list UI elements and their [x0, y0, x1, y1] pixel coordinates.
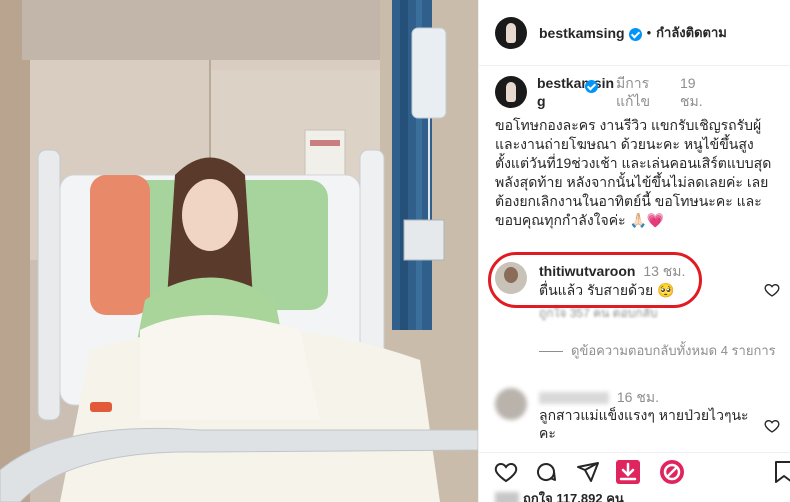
comment-thitiwutvaroon: thitiwutvaroon 13 ชม. ตื่นแล้ว รับสายด้ว… [495, 262, 785, 300]
comment2-text: ลูกสาวแม่แข็งแรงๆ หายป่วยไวๆนะคะ [539, 407, 749, 441]
comment-icon[interactable] [533, 459, 559, 485]
share-icon[interactable] [575, 459, 601, 485]
commenter-username[interactable]: thitiwutvaroon [539, 263, 635, 279]
caption-author-line1: bestkamsin [537, 75, 615, 91]
hospital-bed-photo [0, 0, 478, 502]
view-replies-button[interactable]: ดูข้อความตอบกลับทั้งหมด 4 รายการ [539, 342, 779, 360]
caption-verified-badge-icon [585, 80, 598, 93]
comment-second: 16 ชม. ลูกสาวแม่แข็งแรงๆ หายป่วยไวๆนะคะ [495, 388, 785, 442]
edited-label: มีการแก้ไข [616, 75, 651, 109]
likes-text: ถูกใจ 117,892 คน [523, 491, 624, 502]
comment-meta: ถูกใจ 357 คน ตอบกลับ [539, 306, 658, 320]
following-button[interactable]: กำลังติดตาม [656, 22, 727, 43]
author-avatar[interactable] [495, 16, 527, 49]
caption-author-line2: g [537, 93, 546, 109]
bookmark-icon[interactable] [771, 459, 790, 485]
comment-time[interactable]: 13 ชม. [643, 263, 685, 279]
verified-badge-icon [628, 28, 642, 41]
caption-author-avatar[interactable] [495, 76, 527, 108]
comment-like-heart-icon[interactable] [764, 282, 780, 298]
separator-dot: • [646, 25, 652, 40]
download-icon[interactable] [615, 459, 641, 485]
commenter2-username[interactable] [539, 392, 609, 405]
author-username[interactable]: bestkamsing [539, 25, 625, 41]
likes-count[interactable]: ถูกใจ 117,892 คน [495, 488, 624, 502]
heart-icon[interactable] [493, 459, 519, 485]
liker-avatar [495, 491, 519, 502]
post-sidebar: bestkamsing • กำลังติดตาม bestkamsin g ม… [478, 0, 790, 502]
commenter-avatar[interactable] [495, 262, 527, 294]
caption-emoji: 🙏🏻💗 [629, 212, 665, 228]
replies-divider [539, 351, 563, 360]
comment2-like-heart-icon[interactable] [764, 418, 780, 434]
comment2-time[interactable]: 16 ชม. [617, 389, 659, 405]
commenter2-avatar[interactable] [495, 388, 527, 420]
post-photo[interactable] [0, 0, 478, 502]
caption-author-username[interactable]: bestkamsin g [537, 74, 625, 110]
comment-text: ตื่นแล้ว รับสายด้วย 🥺 [539, 282, 675, 298]
post-caption: bestkamsin g มีการแก้ไข 19 ชม. ขอโทษกองล… [495, 74, 781, 230]
view-replies-label: ดูข้อความตอบกลับทั้งหมด 4 รายการ [571, 343, 776, 358]
post-header: bestkamsing • กำลังติดตาม [479, 0, 790, 66]
block-icon[interactable] [659, 459, 685, 485]
caption-time[interactable]: 19 ชม. [680, 74, 720, 110]
caption-text: ขอโทษกองละคร งานรีวิว แขกรับเชิญรถรับผู้… [495, 116, 781, 230]
post-actions-bar [479, 452, 790, 488]
